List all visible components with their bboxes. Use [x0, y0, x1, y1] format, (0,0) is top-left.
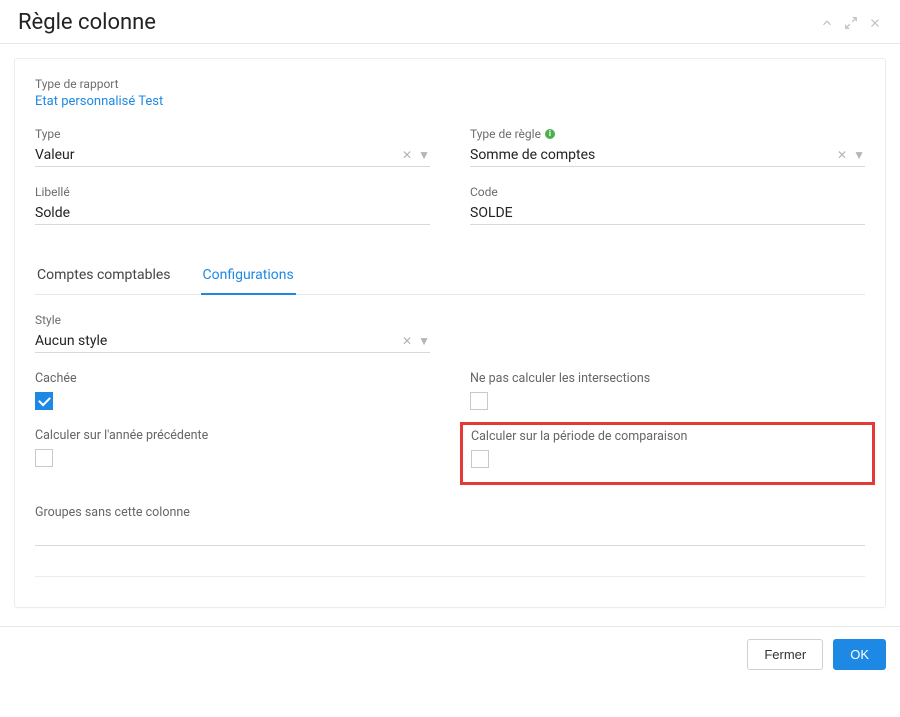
code-input[interactable]: SOLDE — [470, 201, 865, 225]
libelle-value: Solde — [35, 205, 430, 221]
compare-period-highlight: Calculer sur la période de comparaison — [460, 422, 875, 485]
code-label: Code — [470, 185, 865, 199]
dialog-footer: Fermer OK — [0, 626, 900, 682]
form-card: Type de rapport Etat personnalisé Test T… — [14, 58, 886, 608]
clear-icon[interactable]: ✕ — [402, 335, 412, 347]
collapse-icon[interactable] — [820, 16, 834, 30]
field-libelle: Libellé Solde — [35, 185, 430, 225]
field-code: Code SOLDE — [470, 185, 865, 225]
clear-icon[interactable]: ✕ — [837, 149, 847, 161]
expand-icon[interactable] — [844, 16, 858, 30]
ok-button[interactable]: OK — [833, 639, 886, 670]
type-value: Valeur — [35, 147, 402, 163]
info-icon[interactable]: i — [545, 129, 555, 139]
chevron-down-icon[interactable]: ▼ — [418, 335, 430, 347]
close-icon[interactable] — [868, 16, 882, 30]
hidden-checkbox[interactable] — [35, 392, 53, 410]
chevron-down-icon[interactable]: ▼ — [853, 149, 865, 161]
dialog-header: Règle colonne — [0, 0, 900, 44]
tab-configurations[interactable]: Configurations — [201, 261, 296, 295]
style-select[interactable]: Aucun style ✕ ▼ — [35, 329, 430, 353]
rule-type-select[interactable]: Somme de comptes ✕ ▼ — [470, 143, 865, 167]
dialog-column-rule: Règle colonne Type de rapport Etat perso… — [0, 0, 900, 682]
report-type-label: Type de rapport — [35, 77, 865, 91]
style-value: Aucun style — [35, 333, 402, 349]
report-type-block: Type de rapport Etat personnalisé Test — [35, 77, 865, 109]
check-no-intersect: Ne pas calculer les intersections — [470, 371, 865, 410]
chevron-down-icon[interactable]: ▼ — [418, 149, 430, 161]
close-button[interactable]: Fermer — [747, 639, 823, 670]
report-type-link[interactable]: Etat personnalisé Test — [35, 94, 163, 109]
hidden-label: Cachée — [35, 371, 430, 386]
style-label: Style — [35, 313, 430, 327]
prev-year-label: Calculer sur l'année précédente — [35, 428, 430, 443]
type-select[interactable]: Valeur ✕ ▼ — [35, 143, 430, 167]
type-label: Type — [35, 127, 430, 141]
libelle-label: Libellé — [35, 185, 430, 199]
rule-type-value: Somme de comptes — [470, 147, 837, 163]
rule-type-label: Type de règle i — [470, 127, 865, 141]
field-style: Style Aucun style ✕ ▼ — [35, 313, 430, 353]
check-prev-year: Calculer sur l'année précédente — [35, 428, 430, 481]
compare-period-checkbox[interactable] — [471, 450, 489, 468]
groups-input[interactable] — [35, 524, 865, 546]
clear-icon[interactable]: ✕ — [402, 149, 412, 161]
compare-period-label: Calculer sur la période de comparaison — [471, 429, 864, 444]
no-intersect-label: Ne pas calculer les intersections — [470, 371, 865, 386]
dialog-title: Règle colonne — [18, 10, 820, 35]
tabs: Comptes comptables Configurations — [35, 261, 865, 295]
code-value: SOLDE — [470, 205, 865, 221]
no-intersect-checkbox[interactable] — [470, 392, 488, 410]
groups-label: Groupes sans cette colonne — [35, 505, 865, 520]
libelle-input[interactable]: Solde — [35, 201, 430, 225]
field-rule-type: Type de règle i Somme de comptes ✕ ▼ — [470, 127, 865, 167]
header-icons — [820, 16, 882, 30]
tab-accounts[interactable]: Comptes comptables — [35, 261, 173, 295]
field-type: Type Valeur ✕ ▼ — [35, 127, 430, 167]
check-hidden: Cachée — [35, 371, 430, 410]
groups-without-column: Groupes sans cette colonne — [35, 505, 865, 546]
check-compare-period: Calculer sur la période de comparaison — [470, 428, 865, 481]
prev-year-checkbox[interactable] — [35, 449, 53, 467]
card-separator — [35, 576, 865, 577]
